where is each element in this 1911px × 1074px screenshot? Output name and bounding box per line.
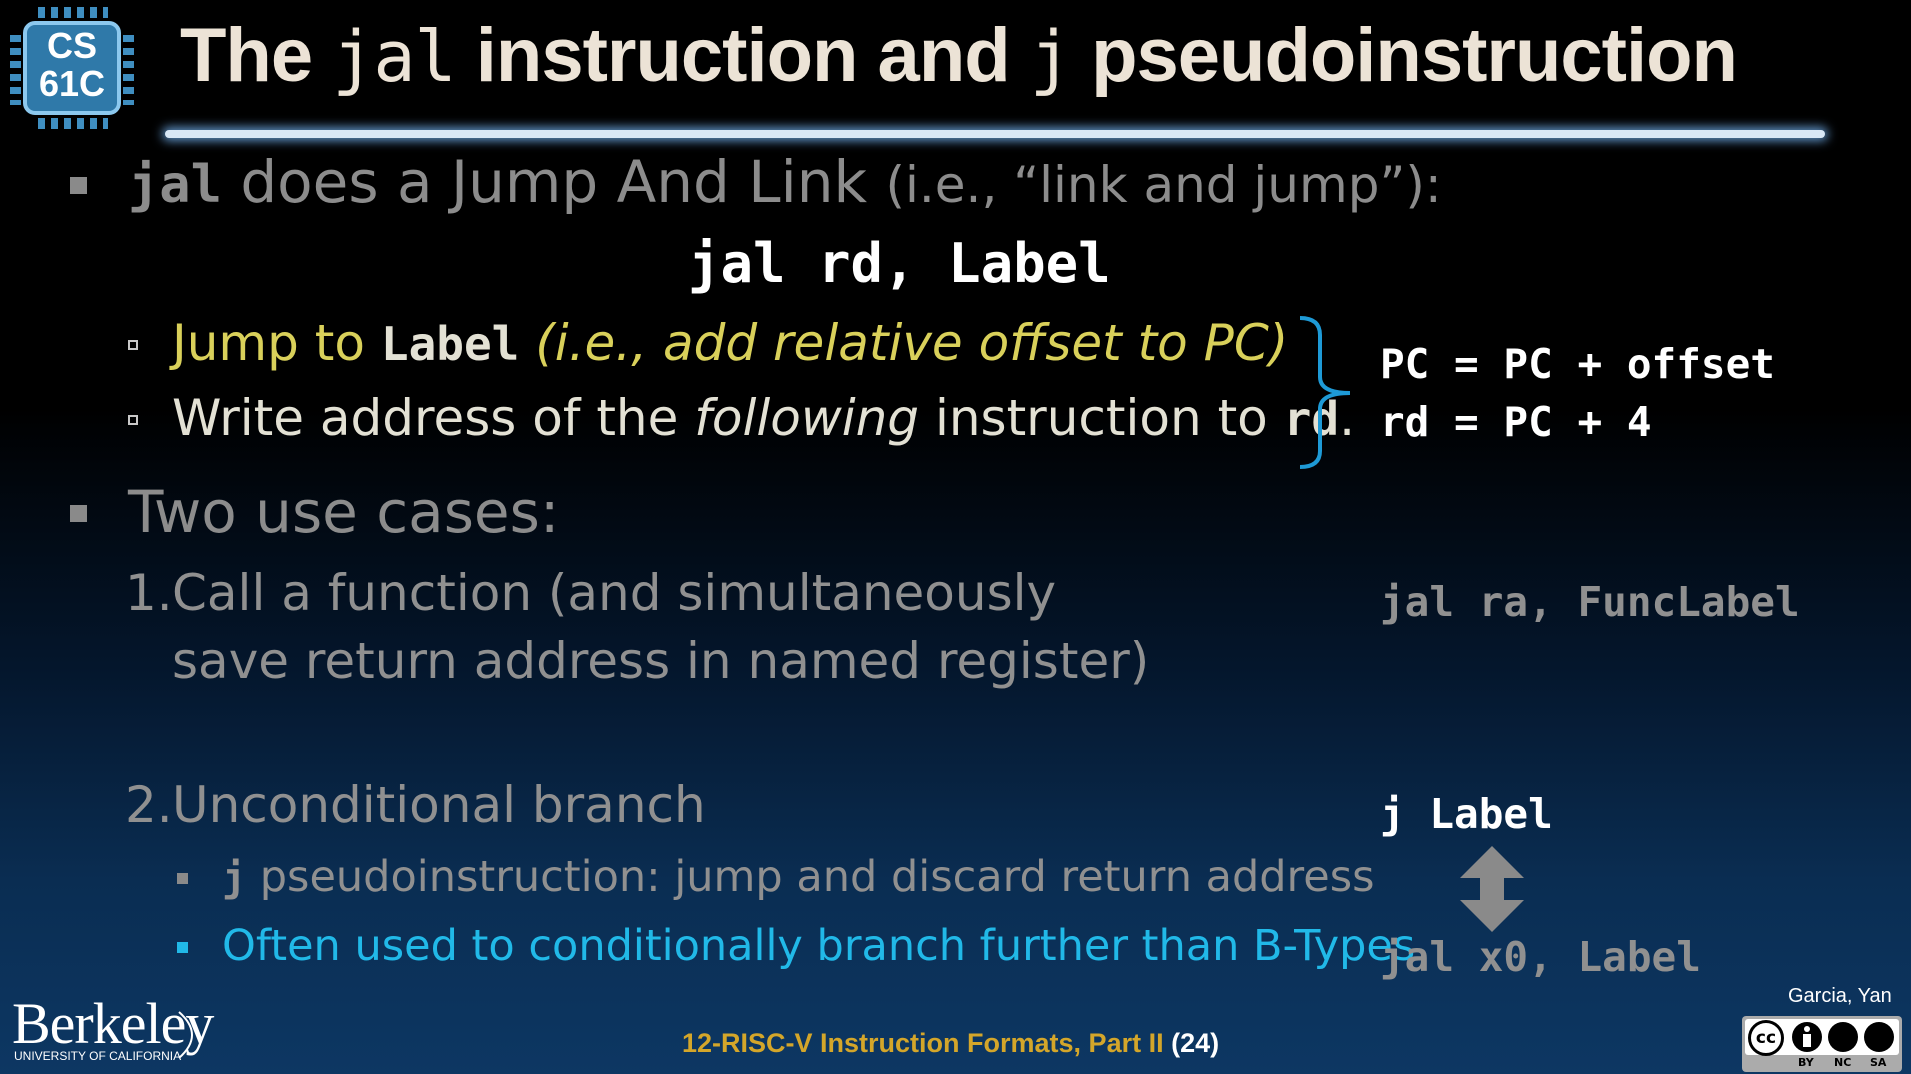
title-underline — [165, 130, 1825, 138]
bullet-square-icon — [70, 177, 87, 194]
case-1-line-2: save return address in named register) — [172, 632, 1150, 690]
sub-bullet-jump: Jump to Label (i.e., add relative offset… — [172, 314, 1289, 372]
effect-rd: rd = PC + 4 — [1380, 398, 1652, 446]
footer-lecture: 12-RISC-V Instruction Formats, Part II (… — [682, 1028, 1220, 1058]
sub-bullet-icon — [128, 415, 138, 425]
jal-syntax: jal rd, Label — [688, 232, 1111, 295]
page-title: The jal instruction and j pseudoinstruct… — [180, 13, 1738, 98]
berkeley-subtitle: UNIVERSITY OF CALIFORNIA — [14, 1049, 182, 1063]
bullet-square-icon — [177, 873, 188, 884]
berkeley-arc-icon — [178, 1011, 193, 1059]
case-1-number: 1. — [125, 564, 173, 622]
cc-icon: cc — [1748, 1020, 1784, 1056]
curly-brace-icon — [1299, 316, 1351, 469]
cc-license-badge: cc BY NC SA — [1742, 1016, 1902, 1072]
sub-bullet-write: Write address of the following instructi… — [172, 389, 1355, 447]
bullet-square-icon — [177, 942, 188, 953]
cs61c-logo: CS 61C — [8, 7, 138, 129]
double-arrow-icon — [1460, 846, 1524, 932]
bullet-square-icon — [70, 505, 87, 522]
case-2-sub-2: Often used to conditionally branch furth… — [222, 921, 1416, 971]
sub-bullet-icon — [128, 340, 138, 350]
case-2-code-bottom: jal x0, Label — [1380, 933, 1701, 981]
case-2-sub-1: j pseudoinstruction: jump and discard re… — [222, 852, 1375, 902]
effect-pc: PC = PC + offset — [1380, 340, 1775, 388]
sa-icon — [1864, 1022, 1894, 1052]
case-1-line-1: Call a function (and simultaneously — [172, 564, 1057, 622]
author: Garcia, Yan — [1788, 985, 1892, 1007]
case-2-number: 2. — [125, 776, 173, 834]
logo-line-2: 61C — [38, 63, 106, 104]
case-2-code-top: j Label — [1380, 790, 1553, 838]
bullet-use-cases: Two use cases: — [128, 478, 560, 546]
case-2-title: Unconditional branch — [172, 776, 706, 834]
nc-icon — [1828, 1022, 1858, 1052]
case-1-code: jal ra, FuncLabel — [1380, 578, 1800, 626]
logo-line-1: CS — [46, 25, 97, 66]
bullet-jal: jal does a Jump And Link (i.e., “link an… — [128, 148, 1442, 216]
